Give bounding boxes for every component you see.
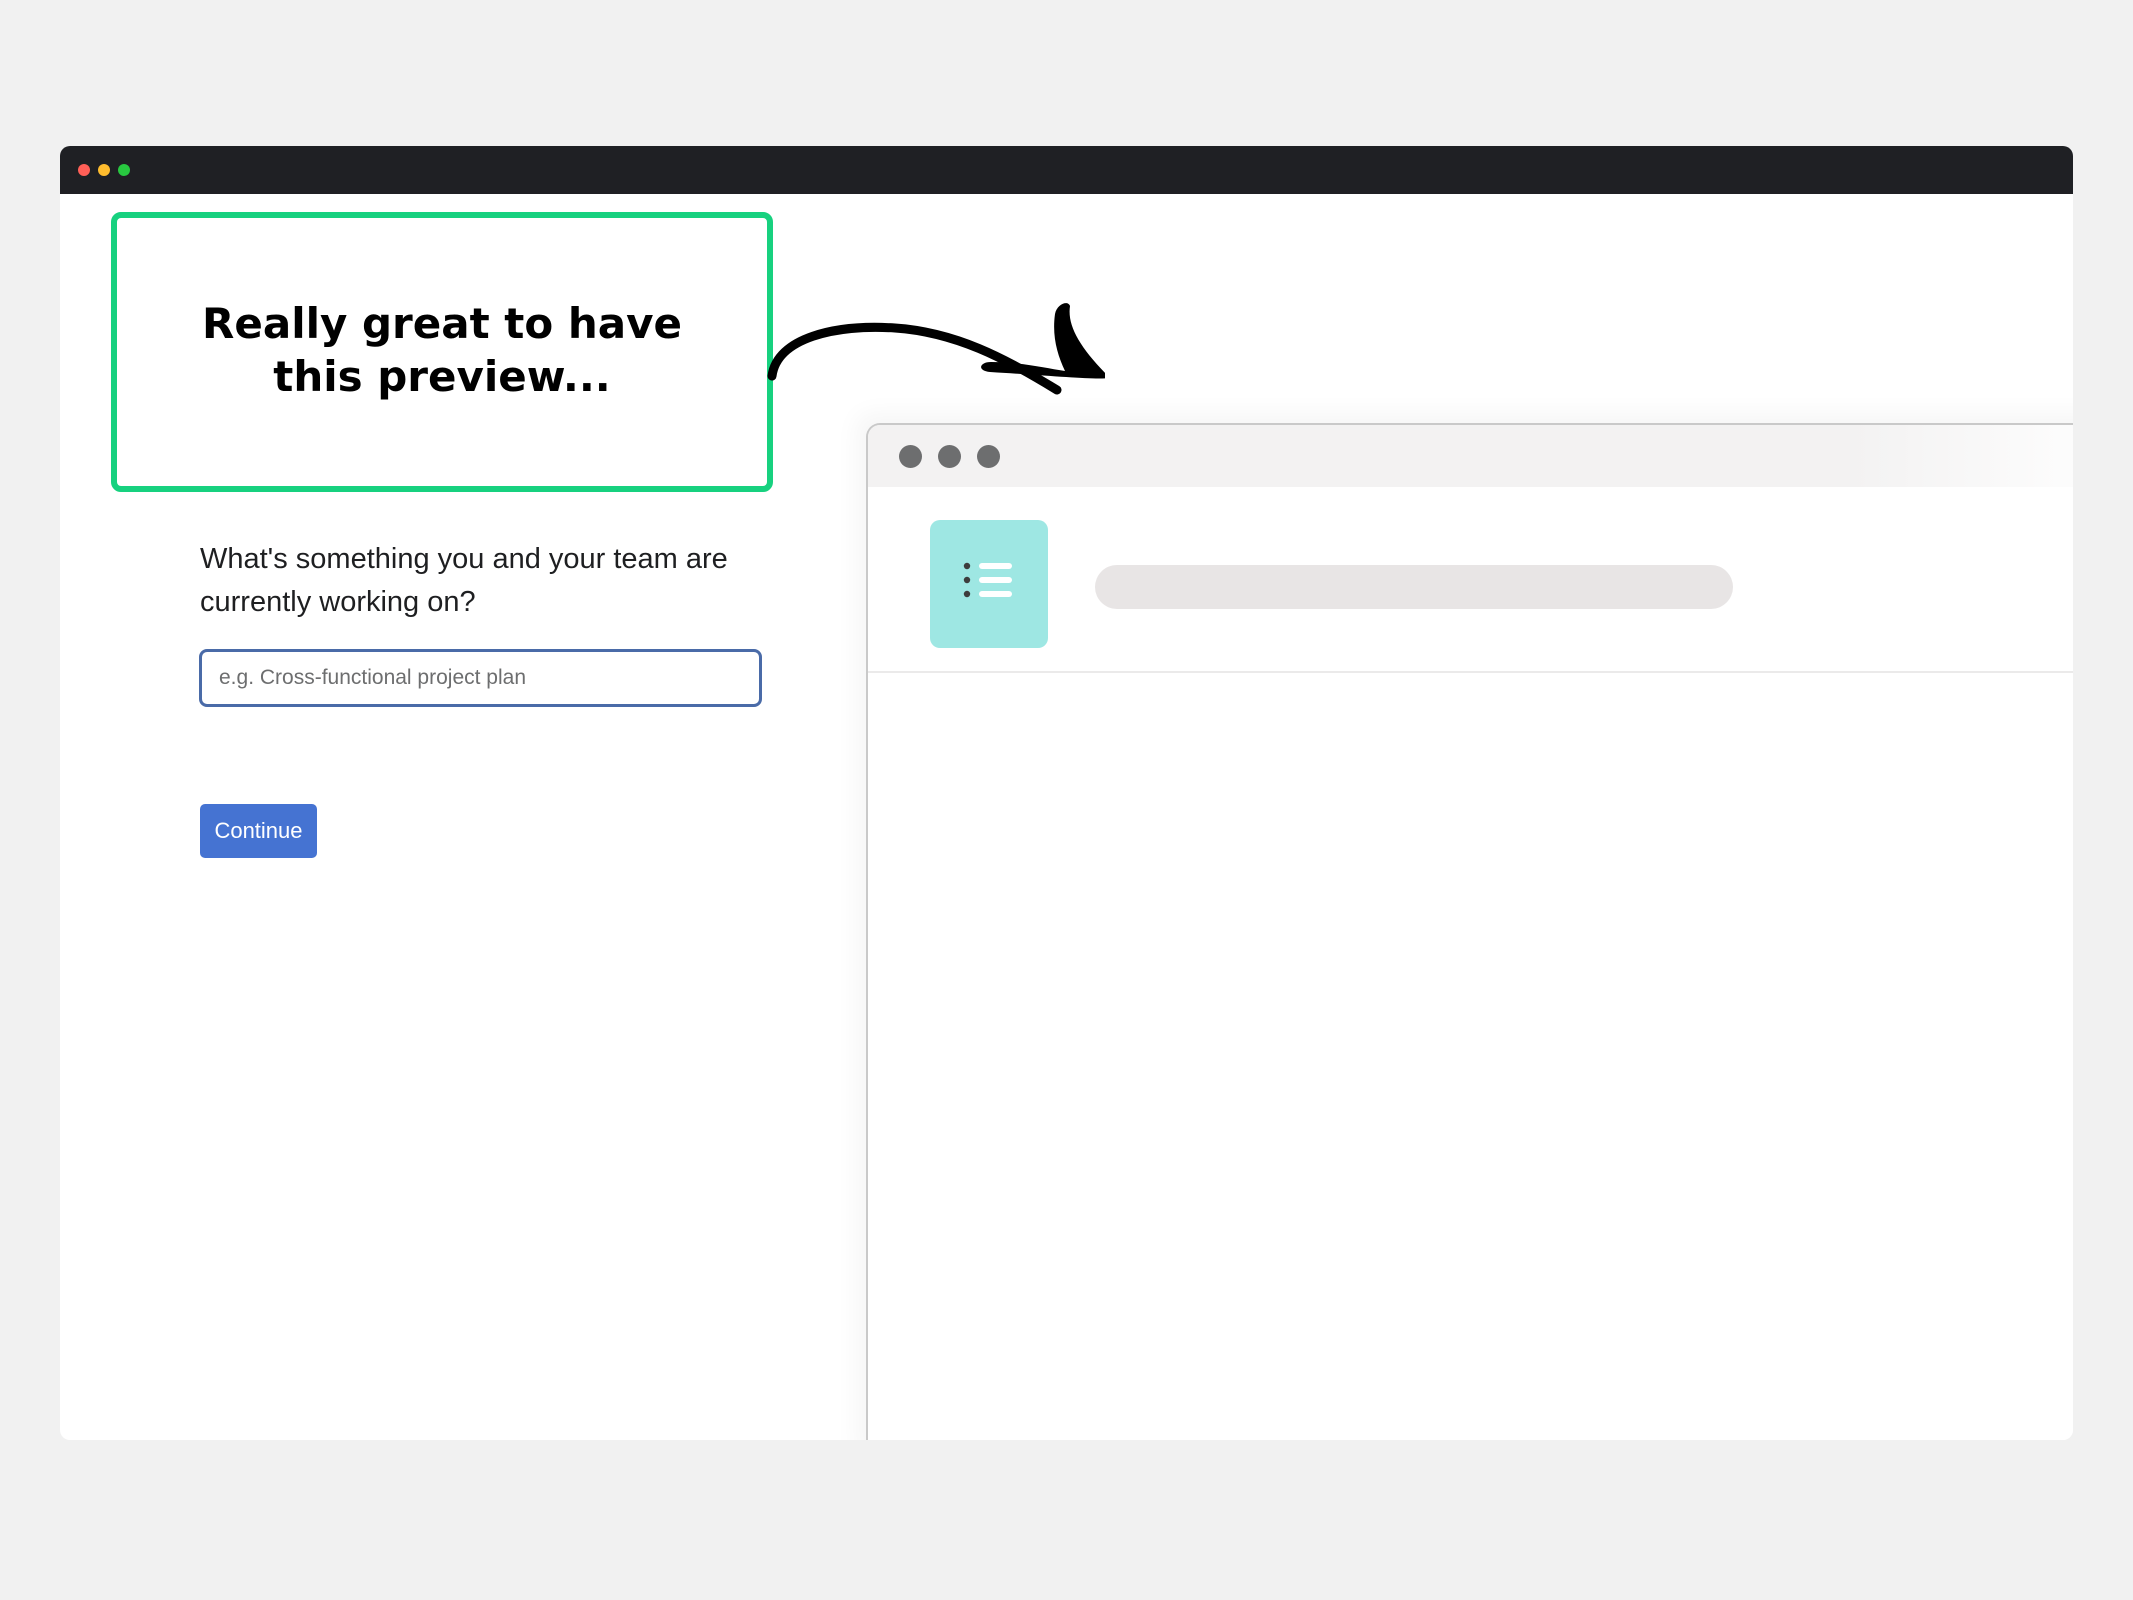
preview-titlebar bbox=[868, 425, 2073, 487]
browser-window: Really great to have this preview... Wha… bbox=[60, 146, 2073, 1440]
curved-arrow-icon bbox=[767, 303, 1105, 395]
continue-button[interactable]: Continue bbox=[200, 804, 317, 858]
preview-window-dot bbox=[899, 445, 922, 468]
project-icon-tile bbox=[930, 520, 1048, 648]
list-icon bbox=[963, 562, 1012, 598]
callout-box: Really great to have this preview... bbox=[111, 212, 773, 492]
window-minimize-dot[interactable] bbox=[98, 164, 110, 176]
project-preview-window bbox=[866, 423, 2073, 1440]
callout-text: Really great to have this preview... bbox=[202, 299, 682, 401]
window-close-dot[interactable] bbox=[78, 164, 90, 176]
question-label: What's something you and your team are c… bbox=[200, 543, 728, 618]
preview-project-header bbox=[868, 487, 2073, 673]
browser-titlebar bbox=[60, 146, 2073, 194]
project-title-placeholder bbox=[1095, 565, 1733, 609]
project-name-input[interactable] bbox=[199, 649, 762, 707]
preview-window-dot bbox=[938, 445, 961, 468]
window-maximize-dot[interactable] bbox=[118, 164, 130, 176]
preview-window-dot bbox=[977, 445, 1000, 468]
